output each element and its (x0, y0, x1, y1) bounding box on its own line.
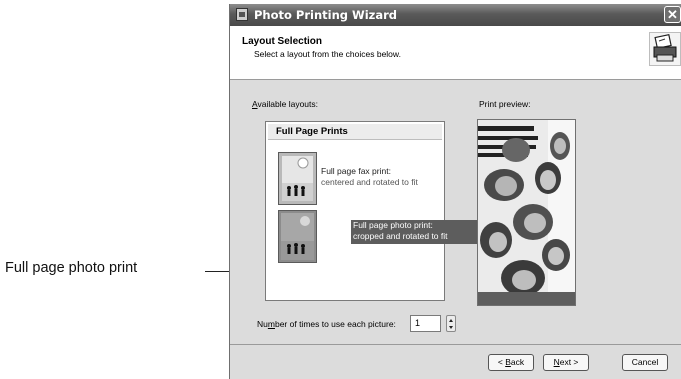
photo-print-option-selected[interactable]: Full page photo print: cropped and rotat… (351, 220, 482, 244)
back-button[interactable]: < Back (488, 354, 534, 371)
photo-print-thumbnail[interactable] (278, 210, 317, 263)
group-header: Full Page Prints (268, 124, 442, 140)
photo-print-description: cropped and rotated to fit (353, 231, 448, 241)
page-title: Layout Selection (242, 36, 323, 47)
wizard-header: Layout Selection Select a layout from th… (230, 26, 681, 80)
cancel-button[interactable]: Cancel (622, 354, 668, 371)
copies-input[interactable]: 1 (410, 315, 441, 332)
next-button[interactable]: Next > (543, 354, 589, 371)
photo-print-title: Full page photo print: (353, 220, 433, 230)
title-bar[interactable]: Photo Printing Wizard ✕ (230, 4, 681, 26)
copies-stepper[interactable] (446, 315, 456, 332)
callout-label: Full page photo print (5, 260, 138, 276)
fax-print-title: Full page fax print: (321, 166, 391, 176)
photo-printing-wizard-window: Photo Printing Wizard ✕ Layout Selection… (229, 4, 681, 379)
window-title: Photo Printing Wizard (254, 8, 397, 22)
stepper-up-icon[interactable] (449, 319, 453, 322)
fax-print-option[interactable]: Full page fax print: centered and rotate… (321, 166, 418, 188)
copies-label: Number of times to use each picture: (257, 319, 396, 329)
fax-print-description: centered and rotated to fit (321, 177, 418, 187)
footer-divider (230, 344, 681, 345)
fax-print-thumbnail[interactable] (278, 152, 317, 205)
printer-wizard-icon (236, 8, 248, 21)
page-subtitle: Select a layout from the choices below. (254, 49, 401, 59)
close-button[interactable]: ✕ (664, 6, 681, 23)
available-layouts-label: Available layouts: (252, 99, 319, 109)
printer-photos-icon (649, 32, 681, 66)
print-preview-label: Print preview: (479, 99, 531, 109)
layouts-list[interactable]: Full Page Prints Full page fax print: ce… (265, 121, 482, 301)
print-preview-image (477, 119, 576, 306)
stepper-down-icon[interactable] (449, 326, 453, 329)
